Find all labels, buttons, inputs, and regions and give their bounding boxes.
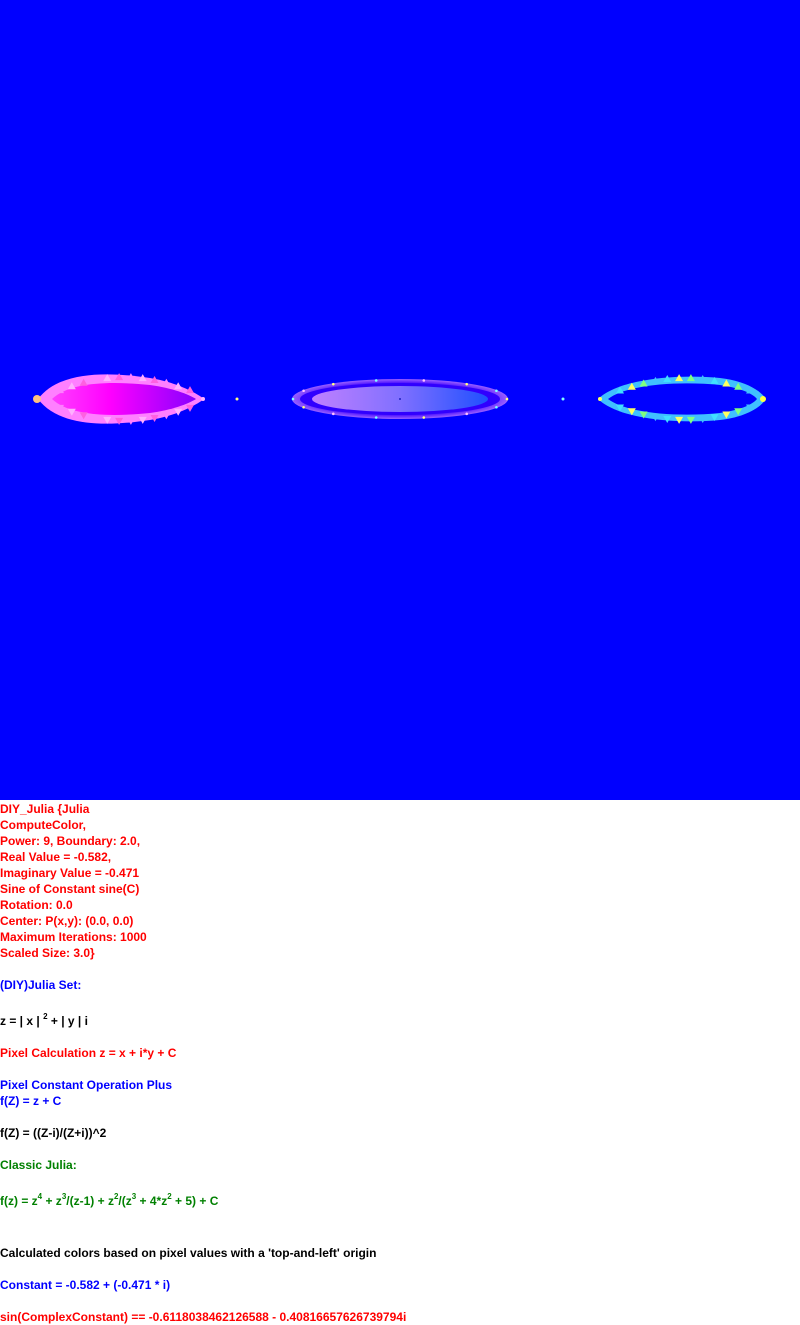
param-line-2: ComputeColor, — [0, 818, 86, 832]
center-fractal-lobe — [291, 379, 509, 419]
f-formula: f(Z) = ((Z-i)/(Z+i))^2 — [0, 1126, 107, 1140]
sine-constant-line: sin(ComplexConstant) == -0.6118038462126… — [0, 1310, 407, 1324]
fractal-dot — [465, 412, 469, 416]
classic-formula-part: + 5) + C — [171, 1194, 219, 1208]
left-fractal-lobe — [33, 373, 239, 425]
classic-formula-part: f(z) = z — [0, 1194, 38, 1208]
param-line-3: Power: 9, Boundary: 2.0, — [0, 834, 141, 848]
julia-fractal-image — [33, 373, 766, 425]
calculated-colors-note: Calculated colors based on pixel values … — [0, 1246, 377, 1260]
z-formula-part2: + | y | i — [47, 1014, 88, 1028]
pixel-constant-operation: Pixel Constant Operation Plus — [0, 1078, 173, 1092]
param-line-5: Imaginary Value = -0.471 — [0, 866, 140, 880]
fractal-dot — [465, 382, 469, 386]
pixel-calculation: Pixel Calculation z = x + i*y + C — [0, 1046, 177, 1060]
classic-julia-title: Classic Julia: — [0, 1158, 77, 1172]
info-panel: DIY_Julia {Julia ComputeColor, Power: 9,… — [0, 801, 800, 1325]
param-line-4: Real Value = -0.582, — [0, 850, 112, 864]
fractal-dot — [331, 412, 335, 416]
z-formula: z = | x | 2 + | y | i — [0, 1013, 800, 1029]
param-line-10: Scaled Size: 3.0} — [0, 946, 95, 960]
fractal-dot — [302, 389, 305, 393]
param-line-7: Rotation: 0.0 — [0, 898, 73, 912]
fractal-dot — [374, 379, 378, 382]
fractal-canvas — [0, 0, 800, 800]
fractal-dot — [495, 389, 498, 393]
right-fractal-lobe — [561, 374, 766, 424]
classic-formula-part: + 4*z — [136, 1194, 168, 1208]
param-line-9: Maximum Iterations: 1000 — [0, 930, 147, 944]
fractal-dot — [302, 405, 305, 409]
fractal-dot — [422, 379, 426, 382]
pixel-constant-formula: f(Z) = z + C — [0, 1094, 62, 1108]
julia-set-title: (DIY)Julia Set: — [0, 978, 82, 992]
fractal-dot — [291, 397, 295, 401]
constant-line: Constant = -0.582 + (-0.471 * i) — [0, 1278, 171, 1292]
fractal-dot — [495, 405, 498, 409]
classic-formula-part: /(z — [118, 1194, 132, 1208]
fractal-dot — [505, 397, 509, 401]
param-line-1: DIY_Julia {Julia — [0, 802, 90, 816]
fractal-dot — [331, 382, 335, 386]
fractal-dot — [374, 416, 378, 419]
z-formula-part1: z = | x | — [0, 1014, 44, 1028]
param-line-8: Center: P(x,y): (0.0, 0.0) — [0, 914, 134, 928]
classic-formula-part: /(z-1) + z — [66, 1194, 114, 1208]
classic-julia-formula: f(z) = z4 + z3/(z-1) + z2/(z3 + 4*z2 + 5… — [0, 1193, 800, 1209]
fractal-dot — [422, 416, 426, 419]
param-line-6: Sine of Constant sine(C) — [0, 882, 140, 896]
classic-formula-part: + z — [42, 1194, 62, 1208]
